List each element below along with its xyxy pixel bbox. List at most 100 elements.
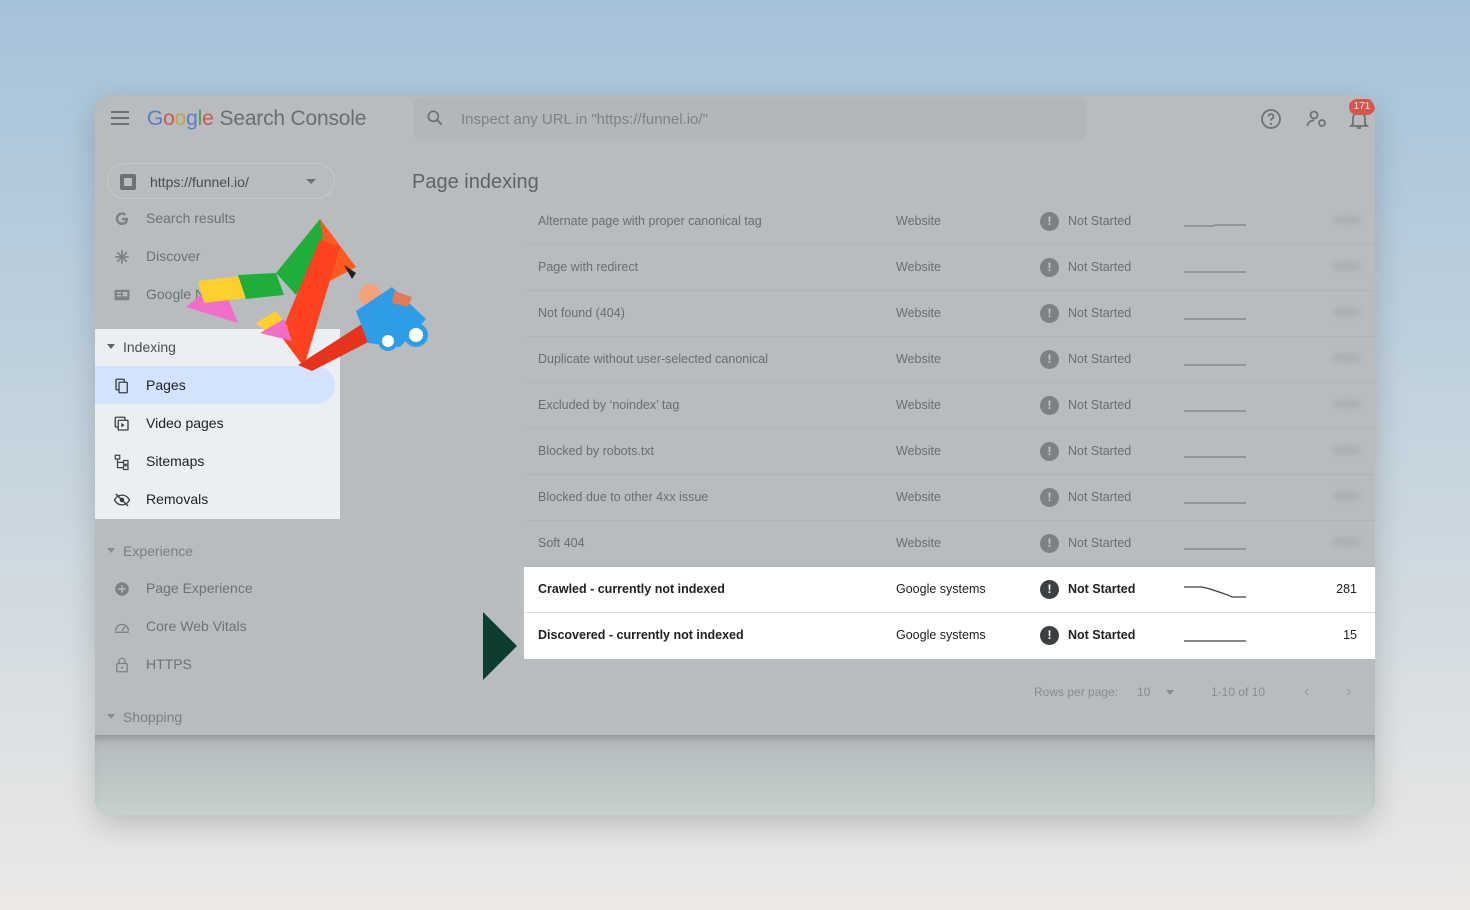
table-row-highlighted[interactable]: Discovered - currently not indexed Googl… — [524, 613, 1375, 659]
trend-sparkline — [1184, 271, 1246, 273]
logo-letter: o — [163, 107, 175, 130]
video-pages-icon — [114, 416, 129, 431]
search-input[interactable]: Inspect any URL in "https://funnel.io/" — [461, 111, 708, 128]
help-icon[interactable] — [1259, 107, 1283, 131]
sidebar-item-core-web-vitals[interactable]: Core Web Vitals — [95, 607, 340, 645]
lock-icon — [116, 657, 128, 673]
validation-cell: Not Started — [1068, 306, 1132, 320]
trend-sparkline — [1184, 410, 1246, 412]
google-g-icon — [115, 212, 128, 225]
source-cell: Google systems — [896, 582, 986, 596]
validation-cell: Not Started — [1068, 214, 1132, 228]
blurred-count — [1333, 491, 1361, 501]
shopping-section-header[interactable]: Shopping — [95, 701, 340, 731]
search-console-logo[interactable]: Google Search Console — [147, 107, 366, 131]
reason-cell: Alternate page with proper canonical tag — [538, 214, 762, 228]
caret-down-icon — [107, 548, 115, 553]
rows-per-page-select[interactable]: 10 — [1137, 685, 1150, 699]
chevron-down-icon — [306, 179, 316, 184]
rows-per-page-label: Rows per page: — [1034, 685, 1119, 699]
exclamation-icon: ! — [1040, 396, 1059, 415]
page-title: Page indexing — [412, 171, 539, 193]
pointer-arrow — [483, 612, 517, 680]
table-row[interactable]: Blocked by robots.txt Website ! Not Star… — [524, 429, 1375, 475]
table-row[interactable]: Alternate page with proper canonical tag… — [524, 199, 1375, 245]
eye-off-icon — [113, 493, 131, 507]
reason-cell: Soft 404 — [538, 536, 585, 550]
sidebar-item-label: Page Experience — [146, 580, 253, 596]
logo-letter: o — [174, 107, 187, 130]
reason-cell: Blocked by robots.txt — [538, 444, 655, 458]
validation-cell: Not Started — [1068, 260, 1132, 274]
sidebar-item-label: Sitemaps — [146, 453, 205, 469]
chevron-down-icon[interactable] — [1166, 690, 1174, 695]
source-cell: Website — [896, 398, 941, 412]
plus-circle-icon — [115, 582, 129, 596]
source-cell: Website — [896, 352, 941, 366]
table-row[interactable]: Excluded by ‘noindex’ tag Website ! Not … — [524, 383, 1375, 429]
search-console-app: Google Search Console Inspect any URL in … — [95, 95, 1375, 735]
exclamation-icon: ! — [1040, 626, 1059, 645]
validation-cell: Not Started — [1068, 628, 1136, 642]
source-cell: Google systems — [896, 628, 986, 642]
page-range: 1-10 of 10 — [1211, 685, 1266, 699]
source-cell: Website — [896, 536, 941, 550]
logo-letter: e — [202, 107, 214, 130]
section-title: Experience — [123, 543, 194, 559]
trend-sparkline — [1184, 586, 1246, 598]
table-row[interactable]: Page with redirect Website ! Not Started — [524, 245, 1375, 291]
exclamation-icon: ! — [1040, 350, 1059, 369]
pages-icon — [115, 378, 128, 394]
exclamation-icon: ! — [1040, 212, 1059, 231]
source-cell: Website — [896, 444, 941, 458]
blurred-count — [1333, 353, 1361, 363]
table-row[interactable]: Not found (404) Website ! Not Started — [524, 291, 1375, 337]
trend-sparkline — [1184, 318, 1246, 320]
caret-down-icon — [107, 714, 115, 719]
menu-icon[interactable] — [111, 111, 129, 125]
source-cell: Website — [896, 490, 941, 504]
product-name: Search Console — [219, 107, 367, 130]
user-settings-icon[interactable] — [1305, 107, 1329, 131]
table-row[interactable]: Blocked due to other 4xx issue Website !… — [524, 475, 1375, 521]
reason-cell: Blocked due to other 4xx issue — [538, 490, 709, 504]
experience-section-header[interactable]: Experience — [95, 535, 340, 565]
chevron-left-icon[interactable]: ‹ — [1304, 683, 1309, 701]
sidebar-item-label: HTTPS — [146, 656, 192, 672]
caret-down-icon — [107, 344, 115, 349]
sidebar-item-page-experience[interactable]: Page Experience — [95, 569, 340, 607]
source-cell: Website — [896, 260, 941, 274]
sidebar-item-sitemaps[interactable]: Sitemaps — [95, 442, 340, 480]
trend-sparkline — [1184, 364, 1246, 366]
blurred-count — [1333, 445, 1361, 455]
notification-badge: 171 — [1349, 99, 1375, 115]
trend-sparkline — [1184, 548, 1246, 550]
validation-cell: Not Started — [1068, 352, 1132, 366]
news-icon — [114, 289, 130, 301]
sidebar-item-video-pages[interactable]: Video pages — [95, 404, 340, 442]
table-pagination: Rows per page: 10 1-10 of 10 ‹ › — [1024, 683, 1375, 703]
trend-sparkline — [1184, 224, 1246, 227]
table-row[interactable]: Soft 404 Website ! Not Started — [524, 521, 1375, 567]
blurred-count — [1333, 215, 1361, 225]
url-inspection-search[interactable]: Inspect any URL in "https://funnel.io/" — [413, 97, 1087, 141]
reason-cell: Not found (404) — [538, 306, 625, 320]
exclamation-icon: ! — [1040, 442, 1059, 461]
table-row[interactable]: Duplicate without user-selected canonica… — [524, 337, 1375, 383]
sidebar-item-https[interactable]: HTTPS — [95, 645, 340, 683]
chevron-right-icon[interactable]: › — [1346, 683, 1351, 701]
window-bottom-shade — [95, 735, 1375, 815]
validation-cell: Not Started — [1068, 490, 1132, 504]
validation-cell: Not Started — [1068, 536, 1132, 550]
source-cell: Website — [896, 214, 941, 228]
property-selector[interactable]: https://funnel.io/ — [107, 163, 335, 199]
top-bar: Google Search Console Inspect any URL in … — [95, 95, 1375, 143]
property-icon — [120, 174, 136, 190]
validation-cell: Not Started — [1068, 582, 1136, 596]
search-icon — [427, 110, 443, 126]
asterisk-icon — [115, 250, 129, 264]
reason-cell: Crawled - currently not indexed — [538, 582, 725, 596]
reason-cell: Page with redirect — [538, 260, 639, 274]
sidebar-item-removals[interactable]: Removals — [95, 480, 340, 518]
table-row-highlighted[interactable]: Crawled - currently not indexed Google s… — [524, 567, 1375, 613]
